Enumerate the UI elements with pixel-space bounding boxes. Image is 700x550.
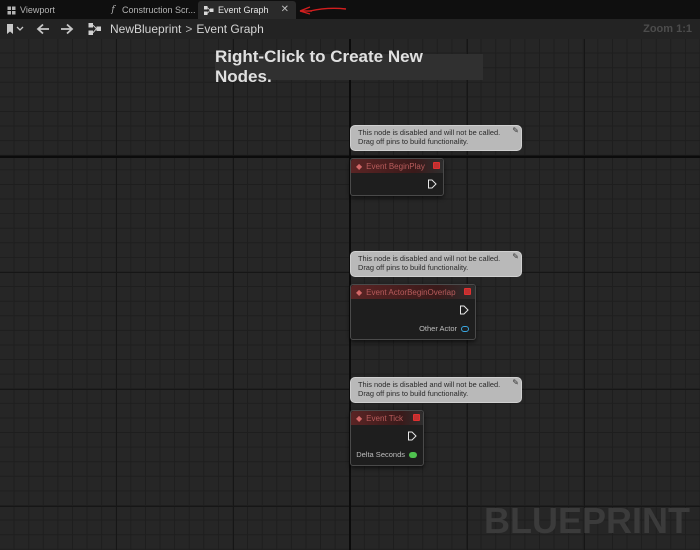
zoom-level: Zoom 1:1: [643, 23, 692, 35]
event-node-actorbeginoverlap[interactable]: ◆ Event ActorBeginOverlap Other Actor: [350, 284, 476, 340]
breadcrumb-item-blueprint[interactable]: NewBlueprint: [110, 22, 181, 36]
output-pin-other-actor[interactable]: Other Actor: [419, 324, 469, 333]
comment-line: This node is disabled and will not be ca…: [358, 254, 501, 263]
delegate-pin[interactable]: [413, 414, 420, 421]
graph-toolbar: NewBlueprint > Event Graph Zoom 1:1: [0, 19, 700, 39]
delegate-pin[interactable]: [464, 288, 471, 295]
node-title: Event ActorBeginOverlap: [366, 287, 456, 297]
node-title: Event Tick: [366, 413, 404, 423]
tab-label: Construction Scr...: [122, 5, 196, 15]
arrow-right-icon: [61, 23, 74, 35]
event-icon: ◆: [356, 413, 363, 423]
comment-line: Drag off pins to build functionality.: [358, 137, 469, 146]
object-pin-icon: [461, 325, 469, 332]
graph-icon: [88, 23, 101, 35]
disabled-comment-bubble: This node is disabled and will not be ca…: [350, 251, 522, 277]
node-header: ◆ Event BeginPlay: [351, 159, 443, 173]
breadcrumb-separator: >: [185, 22, 193, 36]
annotation-arrow-icon: [299, 6, 347, 15]
tab-construction-script[interactable]: f Construction Scr...: [102, 1, 198, 19]
exec-output-pin[interactable]: [407, 431, 417, 441]
viewport-icon: [6, 5, 16, 15]
node-header: ◆ Event ActorBeginOverlap: [351, 285, 475, 299]
comment-line: This node is disabled and will not be ca…: [358, 380, 501, 389]
blueprint-watermark: BLUEPRINT: [484, 500, 690, 541]
tab-bar: Viewport f Construction Scr... Event Gra…: [0, 0, 700, 19]
pin-icon[interactable]: ✎: [512, 378, 519, 387]
exec-output-pin[interactable]: [427, 179, 437, 189]
bookmark-icon: [7, 24, 24, 34]
delegate-pin[interactable]: [433, 162, 440, 169]
graph-origin-axis-horizontal: [0, 156, 700, 158]
graph-hint-text: Right-Click to Create New Nodes.: [215, 47, 483, 86]
comment-line: Drag off pins to build functionality.: [358, 389, 469, 398]
arrow-left-icon: [36, 23, 49, 35]
function-icon: f: [111, 5, 115, 15]
node-title: Event BeginPlay: [366, 161, 425, 171]
event-icon: ◆: [356, 161, 363, 171]
back-button[interactable]: [36, 19, 50, 39]
event-node-beginplay[interactable]: ◆ Event BeginPlay: [350, 158, 444, 196]
tab-event-graph[interactable]: Event Graph ✕: [198, 1, 296, 19]
pin-label: Other Actor: [419, 324, 457, 333]
forward-button[interactable]: [60, 19, 74, 39]
pin-label: Delta Seconds: [356, 450, 405, 459]
disabled-comment-bubble: This node is disabled and will not be ca…: [350, 125, 522, 151]
event-graph-canvas[interactable]: Right-Click to Create New Nodes. This no…: [0, 39, 700, 550]
event-icon: ◆: [356, 287, 363, 297]
comment-line: This node is disabled and will not be ca…: [358, 128, 501, 137]
comment-line: Drag off pins to build functionality.: [358, 263, 469, 272]
tab-viewport[interactable]: Viewport: [0, 1, 100, 19]
float-pin-icon: [409, 451, 417, 458]
pin-icon[interactable]: ✎: [512, 126, 519, 135]
disabled-comment-bubble: This node is disabled and will not be ca…: [350, 377, 522, 403]
graph-icon-toolbar: [88, 19, 102, 39]
close-icon[interactable]: ✕: [281, 4, 289, 15]
breadcrumb: NewBlueprint > Event Graph: [110, 19, 264, 39]
tab-label: Event Graph: [218, 5, 269, 15]
graph-icon: [204, 5, 214, 15]
event-node-tick[interactable]: ◆ Event Tick Delta Seconds: [350, 410, 424, 466]
exec-output-pin[interactable]: [459, 305, 469, 315]
bookmark-dropdown[interactable]: [6, 19, 24, 39]
pin-icon[interactable]: ✎: [512, 252, 519, 261]
breadcrumb-item-event-graph[interactable]: Event Graph: [196, 22, 263, 36]
output-pin-delta-seconds[interactable]: Delta Seconds: [356, 450, 417, 459]
tab-label: Viewport: [20, 5, 55, 15]
